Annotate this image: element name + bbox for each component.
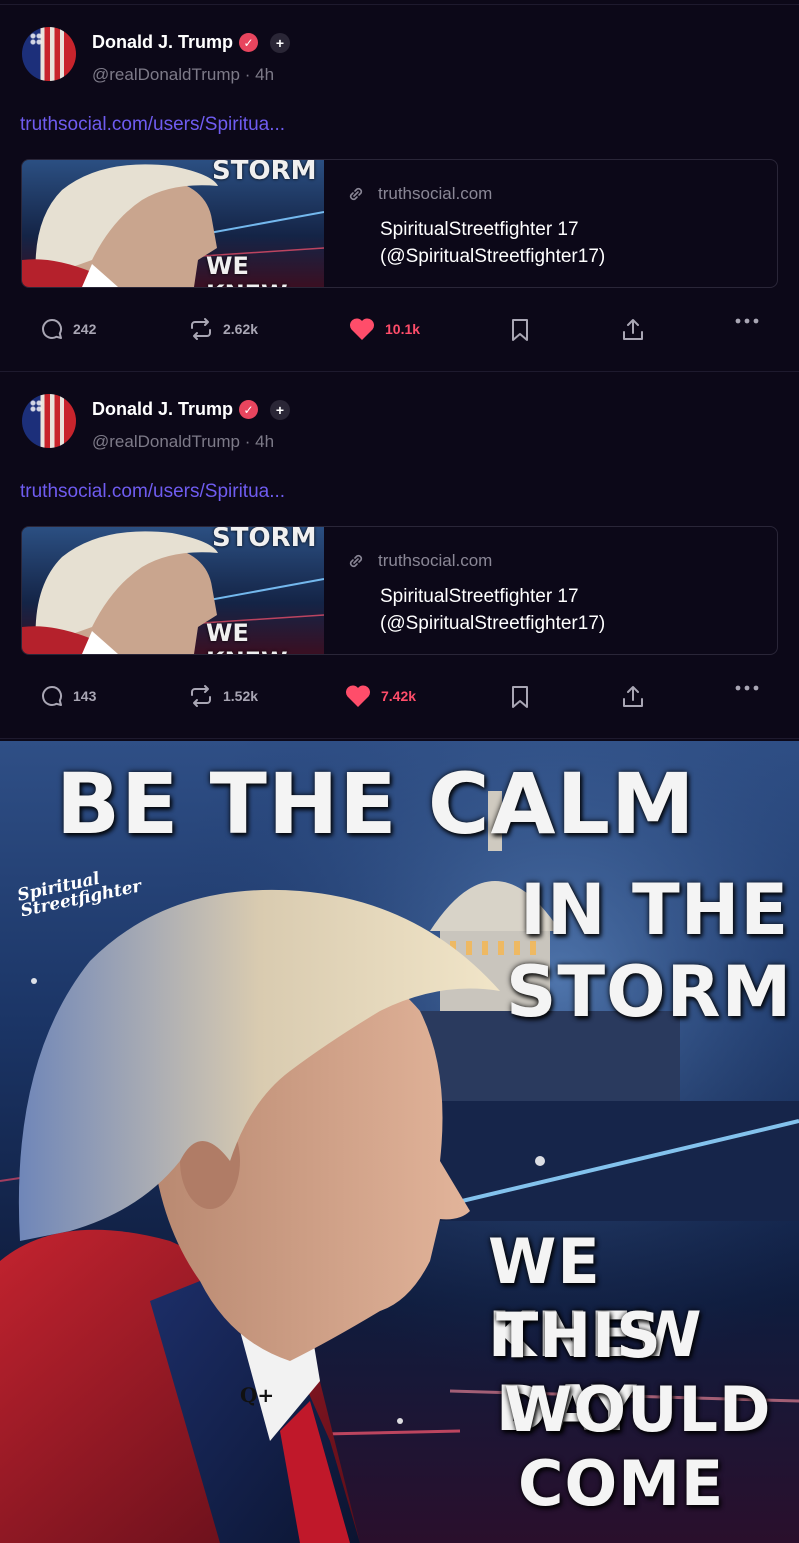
author-row: Donald J. Trump ✓ + [92,399,291,420]
card-title: SpiritualStreetfighter 17 (@SpiritualStr… [380,583,605,637]
card-thumbnail: STORM WE KNEW [22,527,324,654]
reply-button[interactable]: 242 [40,317,96,341]
thumb-text-bottom: WE KNEW [206,252,288,287]
poster-headline-line2: IN THE [520,869,790,951]
post[interactable]: Donald J. Trump ✓ + @realDonaldTrump · 4… [0,372,799,739]
heart-icon [344,684,372,708]
repost-icon [188,684,214,708]
avatar[interactable] [22,27,76,81]
action-bar: 143 1.52k 7.42k [0,672,799,722]
share-button[interactable] [620,317,646,343]
like-button[interactable]: 7.42k [344,684,416,708]
bookmark-icon [509,317,531,343]
verified-badge-icon: ✓ [239,33,259,52]
author-name[interactable]: Donald J. Trump [92,399,233,420]
card-domain: truthsocial.com [378,184,493,203]
bookmark-icon [509,684,531,710]
reply-icon [40,317,64,341]
action-bar: 242 2.62k 10.1k [0,305,799,355]
post-link[interactable]: truthsocial.com/users/Spiritua... [20,481,285,503]
more-options-button[interactable] [734,684,760,692]
verified-badge-icon: ✓ [239,400,259,419]
avatar[interactable] [22,394,76,448]
link-preview-card[interactable]: STORM WE KNEW truthsocial.com SpiritualS… [21,526,778,655]
share-icon [620,684,646,710]
lapel-pin: Q+ [240,1383,275,1407]
feed: Donald J. Trump ✓ + @realDonaldTrump · 4… [0,0,799,739]
card-domain-row: truthsocial.com [346,184,492,204]
repost-button[interactable]: 2.62k [188,317,258,341]
card-title-line1: SpiritualStreetfighter 17 [380,219,579,240]
more-dots-icon [734,317,760,325]
handle-row: @realDonaldTrump · 4h [92,65,274,85]
like-count: 10.1k [385,321,421,337]
card-title-line2: (@SpiritualStreetfighter17) [380,246,606,267]
link-icon [346,184,366,204]
follow-plus-icon[interactable]: + [270,399,291,420]
share-button[interactable] [620,684,646,710]
poster-headline-line1: BE THE CALM [56,755,696,853]
card-title-line1: SpiritualStreetfighter 17 [380,586,579,607]
poster-image: BE THE CALM IN THE STORM WE KNEW THIS DA… [0,741,799,1543]
reply-count: 143 [73,688,97,704]
handle-row: @realDonaldTrump · 4h [92,432,274,452]
author-name[interactable]: Donald J. Trump [92,32,233,53]
more-dots-icon [734,684,760,692]
thumb-text-top: STORM [212,160,317,186]
link-preview-card[interactable]: STORM WE KNEW truthsocial.com SpiritualS… [21,159,778,288]
post-time[interactable]: 4h [255,65,274,84]
reply-button[interactable]: 143 [40,684,96,708]
heart-icon [348,317,376,341]
post-time[interactable]: 4h [255,432,274,451]
post-link[interactable]: truthsocial.com/users/Spiritua... [20,114,285,136]
repost-count: 2.62k [223,321,259,337]
reply-count: 242 [73,321,97,337]
share-icon [620,317,646,343]
card-thumbnail: STORM WE KNEW [22,160,324,287]
reply-icon [40,684,64,708]
poster-headline-line3: STORM [506,951,793,1033]
poster-tagline-line3: WOULD [504,1373,772,1446]
follow-plus-icon[interactable]: + [270,32,291,53]
card-title: SpiritualStreetfighter 17 (@SpiritualStr… [380,216,605,270]
bookmark-button[interactable] [509,317,531,343]
author-handle[interactable]: @realDonaldTrump [92,432,240,451]
like-count: 7.42k [381,688,417,704]
post[interactable]: Donald J. Trump ✓ + @realDonaldTrump · 4… [0,5,799,372]
card-domain: truthsocial.com [378,551,493,570]
card-domain-row: truthsocial.com [346,551,492,571]
more-options-button[interactable] [734,317,760,325]
author-row: Donald J. Trump ✓ + [92,32,291,53]
thumb-text-bottom: WE KNEW [206,619,288,654]
bookmark-button[interactable] [509,684,531,710]
link-icon [346,551,366,571]
like-button[interactable]: 10.1k [348,317,420,341]
separator: · [244,432,251,451]
thumb-text-top: STORM [212,527,317,553]
repost-count: 1.52k [223,688,259,704]
author-handle[interactable]: @realDonaldTrump [92,65,240,84]
repost-button[interactable]: 1.52k [188,684,258,708]
repost-icon [188,317,214,341]
poster-tagline-line4: COME [518,1447,725,1520]
separator: · [244,65,251,84]
card-title-line2: (@SpiritualStreetfighter17) [380,613,606,634]
